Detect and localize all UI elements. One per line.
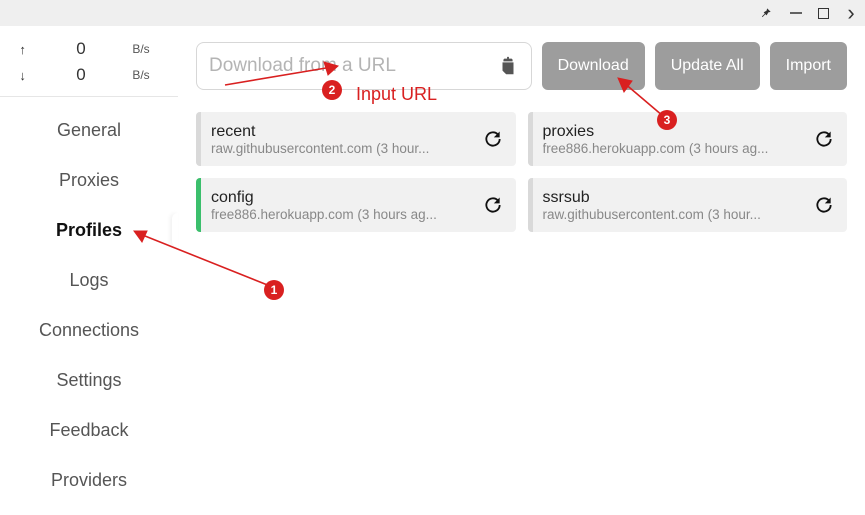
import-button[interactable]: Import — [770, 42, 847, 90]
profile-title: recent — [211, 123, 474, 141]
profile-subtitle: raw.githubusercontent.com (3 hour... — [211, 141, 474, 156]
traffic-down-value: 0 — [61, 65, 101, 85]
overflow-icon[interactable]: › — [843, 5, 859, 21]
arrow-down-icon: ↓ — [16, 68, 30, 83]
sidebar: ↑ 0 B/s ↓ 0 B/s GeneralProxiesProfilesLo… — [0, 26, 178, 515]
traffic-panel: ↑ 0 B/s ↓ 0 B/s — [0, 26, 178, 97]
nav-list: GeneralProxiesProfilesLogsConnectionsSet… — [0, 97, 178, 505]
traffic-down-unit: B/s — [132, 68, 162, 82]
traffic-up-value: 0 — [61, 39, 101, 59]
nav-item-providers[interactable]: Providers — [0, 455, 178, 505]
refresh-icon[interactable] — [811, 126, 837, 152]
nav-item-feedback[interactable]: Feedback — [0, 405, 178, 455]
traffic-down: ↓ 0 B/s — [0, 62, 178, 88]
toolbar: Download Update All Import — [196, 42, 847, 90]
refresh-icon[interactable] — [480, 192, 506, 218]
url-input[interactable] — [209, 55, 489, 77]
refresh-icon[interactable] — [480, 126, 506, 152]
profile-card[interactable]: configfree886.herokuapp.com (3 hours ag.… — [196, 178, 516, 232]
refresh-icon[interactable] — [811, 192, 837, 218]
profile-title: ssrsub — [543, 189, 806, 207]
nav-item-proxies[interactable]: Proxies — [0, 155, 178, 205]
profile-grid: recentraw.githubusercontent.com (3 hour.… — [196, 112, 847, 232]
maximize-button[interactable] — [818, 8, 829, 19]
nav-item-connections[interactable]: Connections — [0, 305, 178, 355]
profile-title: config — [211, 189, 474, 207]
profile-title: proxies — [543, 123, 806, 141]
paste-icon[interactable] — [497, 55, 519, 77]
content-area: Download Update All Import recentraw.git… — [178, 26, 865, 515]
arrow-up-icon: ↑ — [16, 42, 30, 57]
profile-card[interactable]: ssrsubraw.githubusercontent.com (3 hour.… — [528, 178, 848, 232]
nav-item-profiles[interactable]: Profiles — [0, 205, 178, 255]
profile-subtitle: raw.githubusercontent.com (3 hour... — [543, 207, 806, 222]
url-input-container — [196, 42, 532, 90]
download-button[interactable]: Download — [542, 42, 645, 90]
pin-icon[interactable] — [758, 5, 774, 21]
update-all-button[interactable]: Update All — [655, 42, 760, 90]
nav-item-general[interactable]: General — [0, 105, 178, 155]
titlebar: › — [0, 0, 865, 26]
profile-subtitle: free886.herokuapp.com (3 hours ag... — [211, 207, 474, 222]
profile-subtitle: free886.herokuapp.com (3 hours ag... — [543, 141, 806, 156]
nav-item-settings[interactable]: Settings — [0, 355, 178, 405]
minimize-button[interactable] — [788, 5, 804, 21]
profile-card[interactable]: proxiesfree886.herokuapp.com (3 hours ag… — [528, 112, 848, 166]
traffic-up-unit: B/s — [132, 42, 162, 56]
traffic-up: ↑ 0 B/s — [0, 36, 178, 62]
profile-card[interactable]: recentraw.githubusercontent.com (3 hour.… — [196, 112, 516, 166]
nav-item-logs[interactable]: Logs — [0, 255, 178, 305]
